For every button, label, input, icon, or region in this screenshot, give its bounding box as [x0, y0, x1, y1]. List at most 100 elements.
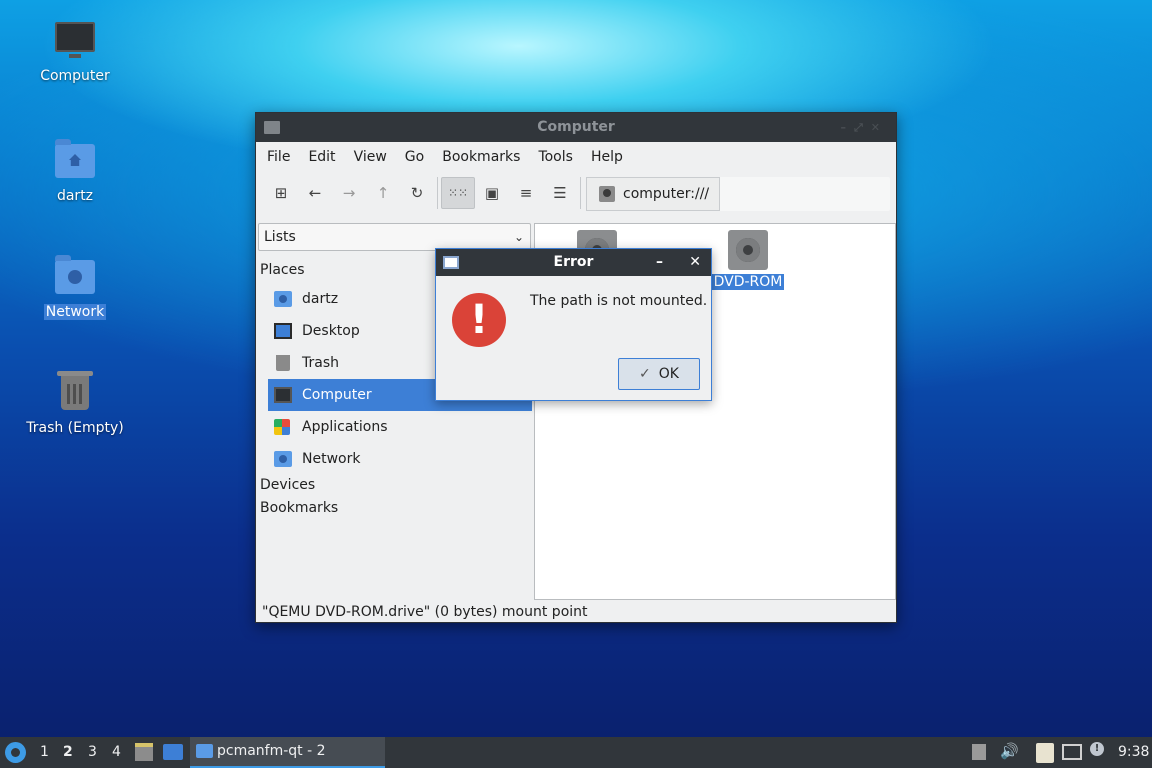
file-manager-launcher-icon[interactable]: [135, 743, 153, 761]
workspace-4[interactable]: 4: [112, 744, 121, 760]
forward-button[interactable]: →: [332, 177, 366, 209]
optical-drive-icon: [728, 230, 768, 270]
task-label: pcmanfm-qt - 2 windo…: [217, 743, 326, 759]
main-menu-button[interactable]: [5, 742, 26, 763]
status-bar: "QEMU DVD-ROM.drive" (0 bytes) mount poi…: [262, 604, 588, 620]
place-network[interactable]: Network: [268, 443, 532, 475]
menu-go[interactable]: Go: [396, 149, 433, 165]
desktop-icon-label: Computer: [40, 68, 110, 84]
grid-icon: ⁙⁙: [447, 186, 469, 200]
toolbar: ⊞ ← → ↑ ↻ ⁙⁙ ▣ ≡ ☰ computer:///: [256, 172, 896, 214]
clipboard-icon[interactable]: [1036, 743, 1054, 763]
desktop-icon-label: Trash (Empty): [26, 420, 124, 436]
detailed-view-button[interactable]: ☰: [543, 177, 577, 209]
applications-icon: [274, 419, 290, 435]
folder-icon: [196, 744, 213, 758]
path-label: computer:///: [623, 186, 710, 202]
menu-bookmarks[interactable]: Bookmarks: [433, 149, 529, 165]
new-tab-icon: ⊞: [274, 184, 288, 202]
reload-button[interactable]: ↻: [400, 177, 434, 209]
dialog-titlebar[interactable]: Error – ✕: [436, 249, 711, 276]
dialog-title: Error: [553, 254, 594, 270]
desktop-icon-computer[interactable]: Computer: [20, 18, 130, 84]
menu-file[interactable]: File: [258, 149, 299, 165]
notification-icon[interactable]: !: [1090, 742, 1104, 756]
workspace-3[interactable]: 3: [88, 744, 97, 760]
close-button[interactable]: ✕: [689, 249, 701, 276]
workspace-1[interactable]: 1: [40, 744, 49, 760]
window-folder-icon: [264, 121, 280, 134]
desktop-icon-trash[interactable]: Trash (Empty): [20, 370, 130, 436]
detailed-list-icon: ☰: [553, 184, 567, 202]
up-button[interactable]: ↑: [366, 177, 400, 209]
menu-tools[interactable]: Tools: [529, 149, 582, 165]
window-icon: [443, 256, 459, 269]
network-folder-icon: [55, 255, 95, 294]
trash-icon: [57, 371, 93, 410]
trash-icon: [276, 355, 290, 371]
arrow-up-icon: ↑: [376, 184, 390, 202]
place-label: Trash: [302, 355, 339, 371]
section-places[interactable]: Places: [260, 262, 305, 278]
chevron-down-icon: ⌄: [513, 230, 524, 244]
workspace-2[interactable]: 2: [63, 744, 73, 760]
section-devices[interactable]: Devices: [260, 477, 315, 493]
menu-help[interactable]: Help: [582, 149, 632, 165]
reload-icon: ↻: [410, 184, 424, 202]
computer-icon: [274, 387, 292, 403]
desktop-icon-dartz[interactable]: dartz: [20, 138, 130, 204]
dialog-message: The path is not mounted.: [530, 293, 708, 309]
side-pane-mode-select[interactable]: Lists ⌄: [258, 223, 531, 251]
desktop-icon-label: dartz: [56, 188, 94, 204]
removable-media-icon[interactable]: [972, 744, 986, 760]
section-bookmarks[interactable]: Bookmarks: [260, 500, 338, 516]
drive-icon: [599, 186, 615, 202]
place-label: Network: [302, 451, 361, 467]
new-tab-button[interactable]: ⊞: [264, 177, 298, 209]
error-dialog: Error – ✕ ! The path is not mounted. ✓ O…: [435, 248, 712, 401]
device-item-dvd-rom[interactable]: DVD-ROM: [703, 230, 793, 290]
path-bar: computer:///: [586, 177, 890, 211]
place-label: Applications: [302, 419, 388, 435]
window-titlebar[interactable]: Computer –⤢✕: [256, 113, 896, 142]
desktop-icon-network[interactable]: Network: [20, 254, 130, 320]
toolbar-separator: [580, 177, 581, 209]
taskbar-task-pcmanfm[interactable]: pcmanfm-qt - 2 windo…: [190, 737, 385, 768]
desktop-icon: [274, 323, 292, 339]
error-icon: !: [452, 293, 506, 347]
menubar: File Edit View Go Bookmarks Tools Help: [256, 142, 896, 172]
volume-icon[interactable]: 🔊: [1000, 742, 1019, 760]
compact-view-button[interactable]: ≡: [509, 177, 543, 209]
path-button-computer[interactable]: computer:///: [586, 177, 720, 211]
taskbar: 1 2 3 4 pcmanfm-qt - 2 windo… 🔊 ! 9:38: [0, 737, 1152, 768]
ok-label: OK: [658, 366, 679, 382]
home-folder-icon: [55, 139, 95, 178]
arrow-left-icon: ←: [308, 184, 322, 202]
back-button[interactable]: ←: [298, 177, 332, 209]
place-label: Desktop: [302, 323, 360, 339]
image-icon: ▣: [484, 184, 500, 202]
clock[interactable]: 9:38: [1118, 744, 1149, 760]
device-label: DVD-ROM: [711, 274, 785, 290]
network-tray-icon[interactable]: [1062, 744, 1082, 760]
network-icon: [274, 451, 292, 467]
window-controls[interactable]: –⤢✕: [840, 113, 888, 142]
ok-button[interactable]: ✓ OK: [618, 358, 700, 390]
desktop-icon-label: Network: [43, 304, 107, 320]
list-icon: ≡: [519, 184, 533, 202]
computer-icon: [55, 22, 95, 58]
place-label: Computer: [302, 387, 372, 403]
menu-view[interactable]: View: [345, 149, 396, 165]
menu-edit[interactable]: Edit: [299, 149, 344, 165]
minimize-button[interactable]: –: [656, 249, 663, 276]
side-pane-mode-value: Lists: [264, 229, 296, 245]
thumbnail-view-button[interactable]: ▣: [475, 177, 509, 209]
icon-view-button[interactable]: ⁙⁙: [441, 177, 475, 209]
window-title: Computer: [537, 119, 615, 135]
place-applications[interactable]: Applications: [268, 411, 532, 443]
show-desktop-icon[interactable]: [163, 744, 183, 760]
home-folder-icon: [274, 291, 292, 307]
arrow-right-icon: →: [342, 184, 356, 202]
place-label: dartz: [302, 291, 339, 307]
checkmark-icon: ✓: [639, 366, 651, 382]
